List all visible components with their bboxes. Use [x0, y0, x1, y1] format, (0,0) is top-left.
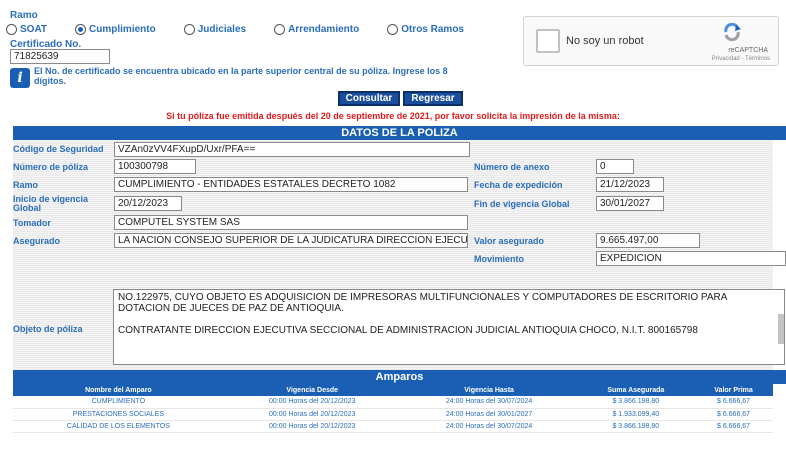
radio-circle-icon[interactable] [6, 24, 17, 35]
table-cell: 00:00 Horas del 20/12/2023 [223, 408, 401, 421]
ramo-field-label: Ramo [13, 180, 39, 190]
table-cell: 00:00 Horas del 20/12/2023 [223, 420, 401, 433]
fin-vigencia-label: Fin de vigencia Global [474, 199, 570, 209]
radio-label: Judiciales [197, 24, 247, 35]
table-cell: PRESTACIONES SOCIALES [13, 408, 224, 421]
objeto-poliza-textarea[interactable]: NO.122975, CUYO OBJETO ES ADQUISICION DE… [113, 289, 785, 365]
table-cell: $ 6.666,67 [694, 420, 773, 433]
objeto-line-1: NO.122975, CUYO OBJETO ES ADQUISICION DE… [118, 292, 727, 314]
recaptcha-brand: reCAPTCHA [728, 47, 768, 54]
info-icon: i [10, 68, 30, 88]
datos-poliza-header: DATOS DE LA POLIZA [13, 126, 786, 140]
tomador-field[interactable]: COMPUTEL SYSTEM SAS [114, 215, 468, 230]
asegurado-label: Asegurado [13, 236, 61, 246]
ramo-radio-group: SOAT Cumplimiento Judiciales Arrendamiento O… [6, 24, 492, 35]
warning-text: Si tu póliza fue emitida después del 20 … [166, 111, 620, 121]
amparos-column-header: Vigencia Desde [223, 384, 401, 396]
recaptcha-checkbox[interactable] [536, 29, 560, 53]
objeto-poliza-label: Objeto de póliza [13, 324, 83, 334]
movimiento-field[interactable]: EXPEDICION [596, 251, 786, 266]
objeto-line-2: CONTRATANTE DIRECCION EJECUTIVA SECCIONA… [118, 325, 698, 336]
recaptcha-widget: No soy un robot reCAPTCHA Privacidad - T… [523, 16, 779, 66]
radio-label: Cumplimiento [89, 24, 156, 35]
table-cell: 24:00 Horas del 30/07/2024 [400, 420, 578, 433]
fin-vigencia-field[interactable]: 30/01/2027 [596, 196, 664, 211]
inicio-vigencia-field[interactable]: 20/12/2023 [114, 196, 182, 211]
certificado-input[interactable]: 71825639 [10, 49, 110, 64]
amparos-header: Amparos [13, 370, 786, 384]
table-cell: $ 1.933.099,40 [577, 408, 695, 421]
numero-poliza-label: Número de póliza [13, 162, 89, 172]
radio-judiciales[interactable]: Judiciales [183, 24, 247, 35]
table-cell: CUMPLIMIENTO [13, 396, 224, 409]
amparos-column-header: Valor Prima [694, 384, 773, 396]
certificado-help-text: El No. de certificado se encuentra ubica… [34, 66, 448, 86]
radio-label: SOAT [20, 24, 48, 35]
radio-circle-icon[interactable] [183, 24, 195, 35]
table-cell: 00:00 Horas del 20/12/2023 [223, 396, 401, 409]
table-cell: $ 3.866.198,80 [577, 396, 695, 409]
table-cell: $ 3.866.198,80 [577, 420, 695, 433]
consultar-button[interactable]: Consultar [338, 91, 400, 106]
table-cell: 24:00 Horas del 30/01/2027 [400, 408, 578, 421]
recaptcha-terms[interactable]: Privacidad - Términos [712, 56, 770, 62]
radio-arrendamiento[interactable]: Arrendamiento [274, 24, 359, 35]
amparos-column-header: Suma Asegurada [577, 384, 695, 396]
valor-asegurado-field[interactable]: 9.665.497,00 [596, 233, 700, 248]
radio-soat[interactable]: SOAT [6, 24, 47, 35]
recaptcha-logo-icon [724, 23, 741, 41]
table-cell: $ 6.666,67 [694, 396, 773, 409]
regresar-button[interactable]: Regresar [403, 91, 463, 106]
amparos-column-header: Nombre del Amparo [13, 384, 224, 396]
table-row: PRESTACIONES SOCIALES 00:00 Horas del 20/… [13, 408, 773, 421]
table-cell: CALIDAD DE LOS ELEMENTOS [13, 420, 224, 433]
inicio-vigencia-label: Inicio de vigencia Global [13, 194, 89, 213]
table-row: CUMPLIMIENTO 00:00 Horas del 20/12/2023 24… [13, 396, 773, 409]
fecha-expedicion-field[interactable]: 21/12/2023 [596, 177, 664, 192]
valor-asegurado-label: Valor asegurado [474, 236, 545, 246]
ramo-field[interactable]: CUMPLIMIENTO - ENTIDADES ESTATALES DECRE… [114, 177, 468, 192]
recaptcha-label: No soy un robot [566, 35, 644, 47]
fecha-expedicion-label: Fecha de expedición [474, 180, 563, 190]
table-cell: $ 6.666,67 [694, 408, 773, 421]
table-row: CALIDAD DE LOS ELEMENTOS 00:00 Horas del … [13, 420, 773, 433]
amparos-table: Nombre del Amparo Vigencia Desde Vigencia … [13, 384, 773, 433]
radio-circle-icon[interactable] [274, 24, 286, 35]
codigo-seguridad-field[interactable]: VZAn0zVV4FXupD/Uxr/PFA== [114, 142, 470, 157]
ramo-label: Ramo [10, 10, 38, 21]
radio-cumplimiento[interactable]: Cumplimiento [75, 24, 156, 35]
codigo-seguridad-label: Código de Seguridad [13, 144, 104, 154]
numero-anexo-field[interactable]: 0 [596, 159, 634, 174]
numero-anexo-label: Número de anexo [474, 162, 550, 172]
radio-otros-ramos[interactable]: Otros Ramos [387, 24, 464, 35]
numero-poliza-field[interactable]: 100300798 [114, 159, 196, 174]
radio-circle-icon[interactable] [75, 24, 87, 35]
radio-circle-icon[interactable] [387, 24, 399, 35]
radio-label: Otros Ramos [401, 24, 464, 35]
table-cell: 24:00 Horas del 30/07/2024 [400, 396, 578, 409]
tomador-label: Tomador [13, 218, 51, 228]
asegurado-field[interactable]: LA NACION CONSEJO SUPERIOR DE LA JUDICAT… [114, 233, 468, 248]
amparos-column-header: Vigencia Hasta [400, 384, 578, 396]
movimiento-label: Movimiento [474, 254, 525, 264]
radio-label: Arrendamiento [288, 24, 360, 35]
textarea-scrollbar[interactable] [778, 314, 784, 344]
